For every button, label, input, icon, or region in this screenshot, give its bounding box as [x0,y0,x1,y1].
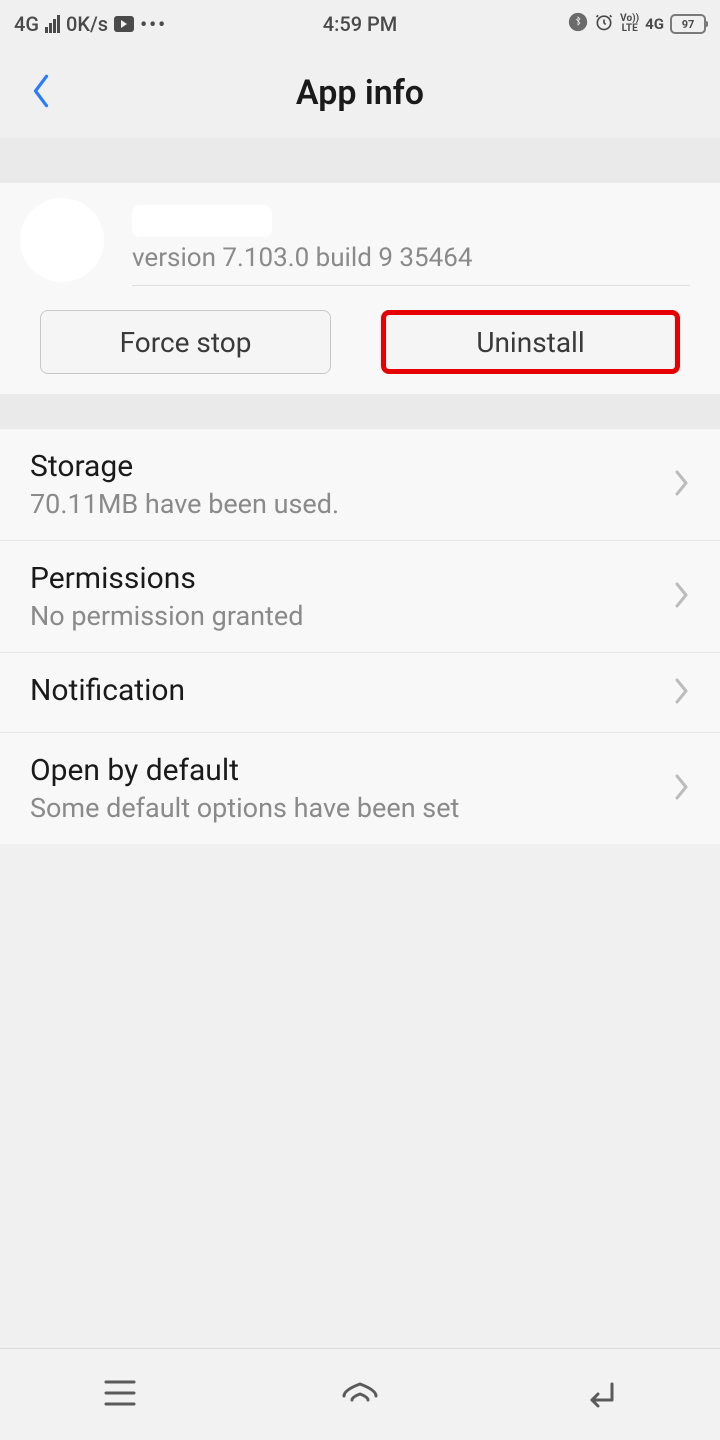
notification-title: Notification [30,673,674,708]
battery-icon: 97 [670,14,706,34]
section-spacer [0,394,720,429]
storage-item[interactable]: Storage 70.11MB have been used. [0,429,720,541]
status-right: Vo)) LTE 4G 97 [568,12,706,37]
settings-list: Storage 70.11MB have been used. Permissi… [0,429,720,844]
back-button[interactable] [30,72,52,114]
home-button[interactable] [340,1376,380,1414]
permissions-item[interactable]: Permissions No permission granted [0,541,720,653]
notification-item[interactable]: Notification [0,653,720,733]
section-spacer [0,138,720,183]
network-type: 4G [14,12,39,36]
chevron-right-icon [674,469,690,501]
bluetooth-icon [568,12,588,37]
page-title: App info [296,73,424,113]
network-4g-label: 4G [645,15,664,33]
uninstall-button[interactable]: Uninstall [381,310,680,374]
chevron-right-icon [674,773,690,805]
app-header: version 7.103.0 build 9 35464 [0,183,720,296]
signal-icon [45,15,60,33]
more-icon: ••• [140,12,167,36]
app-version: version 7.103.0 build 9 35464 [132,243,690,273]
open-by-default-item[interactable]: Open by default Some default options hav… [0,733,720,844]
back-nav-button[interactable] [580,1376,620,1414]
chevron-right-icon [674,677,690,709]
status-left: 4G 0K/s ••• [14,12,167,36]
storage-title: Storage [30,449,674,484]
open-by-default-sub: Some default options have been set [30,792,674,824]
app-name-redacted [132,205,272,237]
permissions-title: Permissions [30,561,674,596]
app-info-block: version 7.103.0 build 9 35464 Force stop… [0,183,720,394]
action-button-row: Force stop Uninstall [0,296,720,374]
data-speed: 0K/s [66,12,108,36]
recent-apps-button[interactable] [100,1376,140,1414]
page-header: App info [0,48,720,138]
force-stop-button[interactable]: Force stop [40,310,331,374]
status-time: 4:59 PM [323,12,398,36]
system-nav-bar [0,1348,720,1440]
permissions-sub: No permission granted [30,600,674,632]
app-icon [20,198,104,282]
storage-sub: 70.11MB have been used. [30,488,674,520]
play-store-icon [114,16,134,32]
app-text: version 7.103.0 build 9 35464 [132,193,690,286]
chevron-right-icon [674,581,690,613]
alarm-icon [594,12,614,37]
status-bar: 4G 0K/s ••• 4:59 PM Vo)) LTE 4G 97 [0,0,720,48]
open-by-default-title: Open by default [30,753,674,788]
volte-icon: Vo)) LTE [620,14,639,34]
